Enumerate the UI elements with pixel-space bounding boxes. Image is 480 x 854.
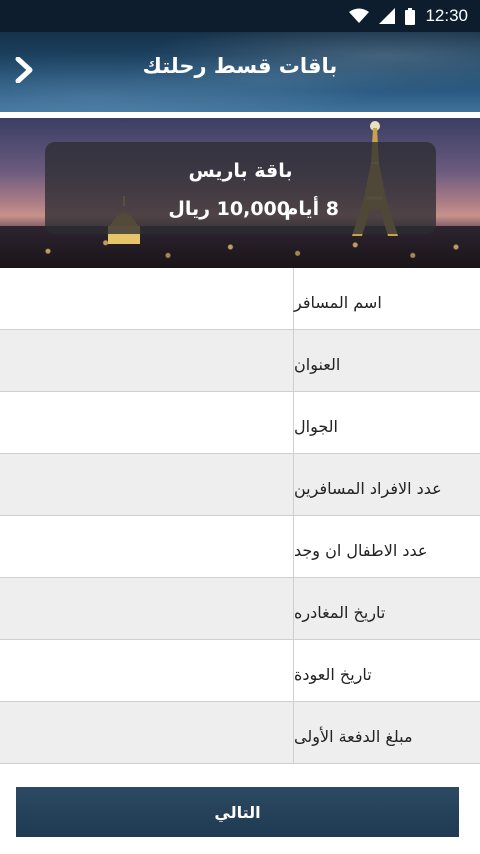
form-row-address: العنوان (0, 330, 480, 392)
package-price: 10,000 ريال (168, 198, 290, 220)
signal-icon (379, 8, 396, 24)
travelers-count-input[interactable] (0, 454, 294, 515)
address-input[interactable] (0, 330, 294, 391)
form-row-children-count: عدد الاطفال ان وجد (0, 516, 480, 578)
app-header: باقات قسط رحلتك (0, 32, 480, 112)
form-row-down-payment: مبلغ الدفعة الأولى (0, 702, 480, 764)
form-row-travelers-count: عدد الافراد المسافرين (0, 454, 480, 516)
form-row-return-date: تاريخ العودة (0, 640, 480, 702)
battery-icon (405, 7, 416, 25)
package-name: باقة باريس (188, 160, 293, 182)
down-payment-input[interactable] (0, 702, 294, 763)
return-date-label: تاريخ العودة (294, 665, 372, 684)
form-row-traveler-name: اسم المسافر (0, 268, 480, 330)
package-info-card: باقة باريس 8 أيام 10,000 ريال (45, 142, 436, 234)
package-hero-image: باقة باريس 8 أيام 10,000 ريال (0, 118, 480, 268)
wifi-icon (349, 8, 370, 24)
next-button[interactable]: التالي (16, 787, 459, 837)
traveler-name-input[interactable] (0, 268, 294, 329)
travelers-count-label: عدد الافراد المسافرين (294, 479, 442, 498)
return-date-input[interactable] (0, 640, 294, 701)
departure-date-label: تاريخ المغادره (294, 603, 386, 622)
page-title: باقات قسط رحلتك (142, 54, 338, 78)
traveler-name-label: اسم المسافر (294, 293, 382, 312)
mobile-label: الجوال (294, 417, 338, 436)
mobile-input[interactable] (0, 392, 294, 453)
booking-form: اسم المسافر العنوان الجوال عدد الافراد ا… (0, 268, 480, 764)
status-bar: 12:30 (0, 0, 480, 32)
form-row-mobile: الجوال (0, 392, 480, 454)
children-count-input[interactable] (0, 516, 294, 577)
down-payment-label: مبلغ الدفعة الأولى (294, 727, 413, 746)
form-row-departure-date: تاريخ المغادره (0, 578, 480, 640)
children-count-label: عدد الاطفال ان وجد (294, 541, 428, 560)
address-label: العنوان (294, 355, 341, 374)
package-duration: 8 أيام (284, 198, 339, 220)
departure-date-input[interactable] (0, 578, 294, 639)
status-time: 12:30 (425, 6, 468, 25)
